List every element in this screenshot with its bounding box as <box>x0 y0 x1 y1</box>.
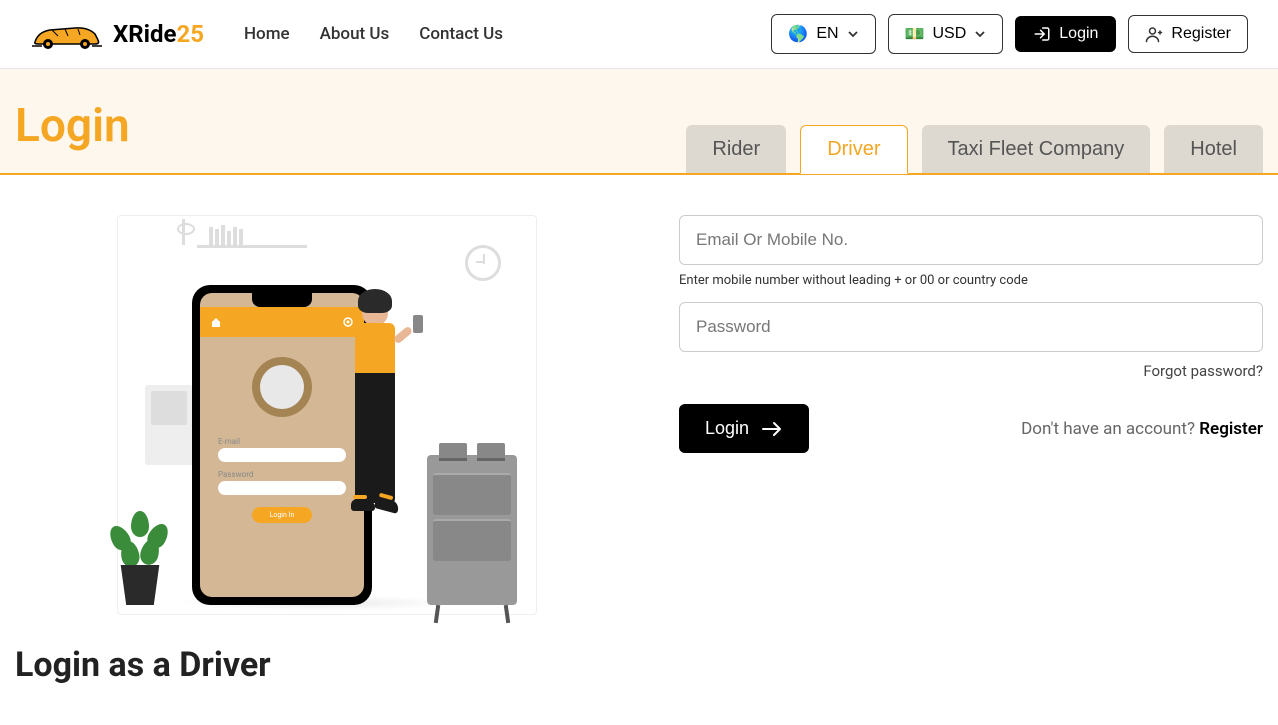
nav-about[interactable]: About Us <box>320 24 390 44</box>
nav-home[interactable]: Home <box>244 24 290 44</box>
site-header: XRide25 Home About Us Contact Us 🌎 EN 💵 … <box>0 0 1278 69</box>
login-form: Enter mobile number without leading + or… <box>679 215 1263 685</box>
brand-logo[interactable]: XRide25 <box>30 14 204 54</box>
tab-hotel[interactable]: Hotel <box>1164 125 1263 173</box>
submit-label: Login <box>705 418 749 439</box>
gear-icon <box>342 316 354 328</box>
header-actions: 🌎 EN 💵 USD Login Register <box>771 14 1248 54</box>
chevron-down-icon <box>974 28 986 40</box>
password-field[interactable] <box>679 302 1263 352</box>
illustration-login-button: Login In <box>252 507 312 523</box>
drawer-illustration <box>427 455 517 605</box>
language-selector[interactable]: 🌎 EN <box>771 14 875 54</box>
login-icon <box>1033 25 1051 43</box>
top-nav: Home About Us Contact Us <box>244 24 503 44</box>
plant-illustration <box>117 565 163 605</box>
nav-contact[interactable]: Contact Us <box>419 24 503 44</box>
form-footer: Login Don't have an account? Register <box>679 404 1263 453</box>
currency-selector[interactable]: 💵 USD <box>888 14 1004 54</box>
page-titlebar: Login Rider Driver Taxi Fleet Company Ho… <box>0 69 1278 175</box>
home-icon <box>210 316 222 328</box>
avatar-icon <box>252 357 312 417</box>
currency-label: USD <box>932 25 966 43</box>
register-link[interactable]: Register <box>1199 419 1263 439</box>
left-panel: E-mail Password Login In Login as a Driv… <box>15 215 639 685</box>
submit-login-button[interactable]: Login <box>679 404 809 453</box>
illustration-password-label: Password <box>218 470 346 479</box>
user-plus-icon <box>1145 25 1163 43</box>
language-label: EN <box>816 25 838 43</box>
login-illustration: E-mail Password Login In <box>117 215 537 615</box>
main-content: E-mail Password Login In Login as a Driv… <box>0 175 1278 725</box>
register-prompt: Don't have an account? Register <box>1021 419 1263 439</box>
left-heading: Login as a Driver <box>15 645 271 685</box>
car-icon <box>30 14 105 54</box>
tab-driver[interactable]: Driver <box>800 125 907 174</box>
money-icon: 💵 <box>905 24 925 44</box>
phone-illustration: E-mail Password Login In <box>192 285 372 605</box>
role-tabs: Rider Driver Taxi Fleet Company Hotel <box>686 125 1263 173</box>
globe-icon: 🌎 <box>788 24 808 44</box>
tab-fleet[interactable]: Taxi Fleet Company <box>922 125 1151 173</box>
brand-name: XRide25 <box>113 20 204 48</box>
clock-icon <box>465 245 501 281</box>
tab-rider[interactable]: Rider <box>686 125 786 173</box>
header-login-button[interactable]: Login <box>1015 16 1116 52</box>
register-label: Register <box>1171 25 1231 43</box>
chevron-down-icon <box>847 28 859 40</box>
email-hint: Enter mobile number without leading + or… <box>679 273 1263 288</box>
email-field[interactable] <box>679 215 1263 265</box>
arrow-right-icon <box>761 421 783 437</box>
page-title: Login <box>15 99 130 173</box>
forgot-password-link[interactable]: Forgot password? <box>679 362 1263 380</box>
person-illustration <box>362 295 395 503</box>
header-register-button[interactable]: Register <box>1128 15 1248 53</box>
login-label: Login <box>1059 25 1098 43</box>
illustration-email-label: E-mail <box>218 437 346 446</box>
